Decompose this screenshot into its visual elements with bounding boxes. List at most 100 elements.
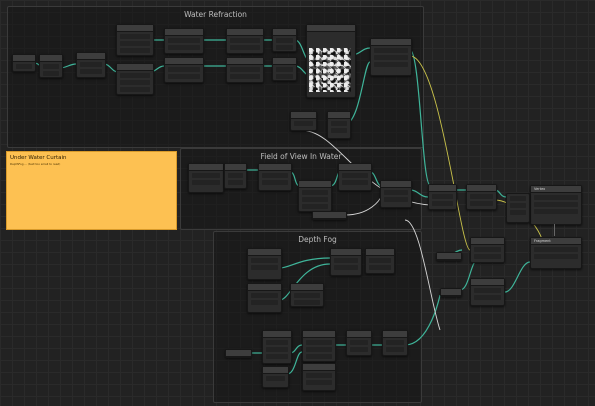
node-row — [432, 201, 453, 206]
node[interactable] — [262, 330, 292, 364]
sticky-note-body: DepthFog ... (text too small to read) — [10, 162, 61, 166]
node[interactable] — [226, 57, 264, 83]
node-header — [339, 164, 371, 171]
node[interactable] — [380, 180, 412, 208]
node-row — [474, 247, 501, 252]
node-header — [471, 238, 504, 245]
node[interactable] — [224, 163, 247, 189]
node-row — [192, 173, 220, 178]
node[interactable] — [365, 248, 395, 274]
vertex-block[interactable]: Vertex — [530, 185, 582, 225]
node[interactable] — [330, 248, 362, 276]
node-header — [381, 181, 411, 188]
node-header — [40, 55, 62, 62]
node-header — [189, 164, 223, 171]
node-row — [470, 201, 493, 206]
node-row — [276, 45, 293, 50]
node-row — [276, 38, 293, 43]
node[interactable] — [258, 163, 292, 191]
node[interactable] — [466, 184, 497, 210]
node[interactable] — [188, 163, 224, 193]
node[interactable] — [470, 278, 505, 306]
node-row — [276, 67, 293, 72]
node-header — [383, 331, 407, 338]
node-row — [43, 71, 59, 76]
node-row — [80, 69, 102, 74]
node[interactable] — [302, 330, 336, 362]
node-header — [248, 249, 281, 256]
node[interactable] — [39, 54, 63, 78]
node[interactable] — [226, 28, 264, 54]
node-row — [384, 190, 408, 195]
node-row — [168, 38, 200, 43]
node-header — [328, 112, 350, 119]
node[interactable] — [116, 63, 154, 95]
node-row — [251, 258, 278, 263]
node-header — [437, 253, 461, 260]
node[interactable] — [346, 330, 372, 356]
node-row — [369, 258, 391, 263]
side-port-node[interactable] — [506, 193, 530, 223]
node-header — [263, 331, 291, 338]
fragment-slot-alpha[interactable] — [534, 254, 578, 259]
node[interactable] — [338, 163, 372, 191]
node-row — [334, 258, 358, 263]
node-row — [266, 340, 288, 345]
node[interactable] — [290, 111, 317, 131]
node[interactable] — [440, 288, 462, 297]
sticky-note[interactable]: Under Water Curtain DepthFog ... (text t… — [6, 151, 177, 230]
side-port[interactable] — [510, 210, 526, 215]
node[interactable] — [290, 283, 324, 307]
node[interactable] — [247, 248, 282, 280]
node[interactable] — [116, 24, 154, 56]
node[interactable] — [436, 252, 462, 261]
node-header — [313, 212, 346, 219]
group-title: Depth Fog — [298, 235, 337, 244]
node[interactable] — [262, 366, 289, 388]
node[interactable] — [470, 237, 505, 263]
node[interactable] — [370, 38, 412, 76]
node-row — [294, 300, 320, 305]
noise-preview — [309, 48, 351, 92]
node-row — [350, 340, 368, 345]
node-row — [230, 38, 260, 43]
node[interactable] — [327, 111, 351, 139]
node-row — [474, 254, 501, 259]
node[interactable] — [302, 363, 336, 391]
node[interactable] — [298, 180, 332, 212]
node-row — [230, 67, 260, 72]
side-port[interactable] — [510, 203, 526, 208]
node-header — [347, 331, 371, 338]
node[interactable] — [428, 184, 457, 210]
vertex-slot-normal[interactable] — [534, 202, 578, 207]
sticky-note-title: Under Water Curtain — [10, 155, 67, 161]
node-row — [43, 64, 59, 69]
node-row — [342, 173, 368, 178]
group-water-refraction[interactable]: Water Refraction — [7, 6, 424, 148]
node-row — [120, 34, 150, 39]
fragment-block[interactable]: Fragment — [530, 237, 582, 269]
node[interactable] — [164, 28, 204, 54]
node[interactable] — [225, 349, 252, 358]
node[interactable] — [247, 283, 282, 313]
node-header — [117, 25, 153, 32]
side-port[interactable] — [510, 196, 526, 201]
node[interactable] — [76, 52, 106, 78]
vertex-slot-tangent[interactable] — [534, 209, 578, 214]
node-row — [306, 380, 332, 385]
node-row — [306, 340, 332, 345]
node-row — [302, 204, 328, 209]
node[interactable] — [272, 57, 297, 81]
node[interactable] — [272, 28, 297, 52]
node[interactable] — [312, 211, 347, 220]
node[interactable] — [12, 54, 36, 72]
vertex-slot-position[interactable] — [534, 195, 578, 200]
node[interactable] — [382, 330, 408, 356]
node-row — [251, 300, 278, 305]
node-header — [366, 249, 394, 256]
fragment-slot-base-color[interactable] — [534, 247, 578, 252]
node[interactable] — [164, 57, 204, 83]
vertex-header: Vertex — [531, 186, 581, 193]
node-header — [225, 164, 246, 171]
node-row — [306, 347, 332, 352]
